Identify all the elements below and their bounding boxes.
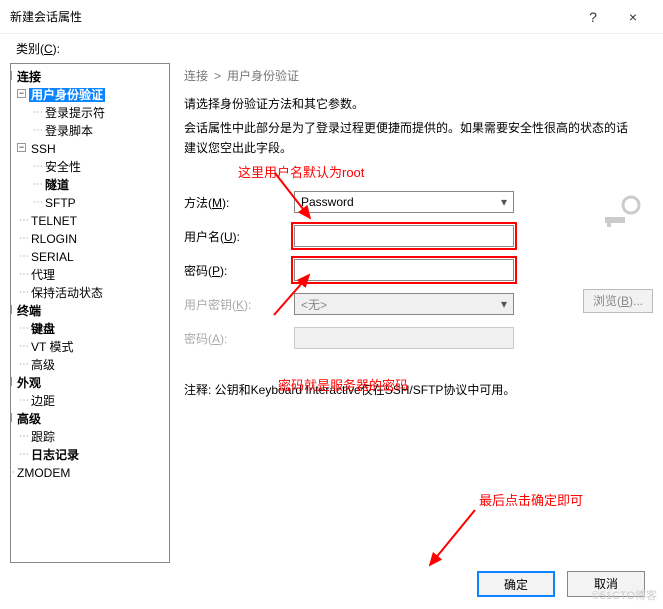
tree-rlogin[interactable]: RLOGIN (29, 232, 79, 246)
ok-button[interactable]: 确定 (477, 571, 555, 597)
method-select[interactable]: Password (294, 191, 514, 213)
collapse-icon[interactable]: − (17, 89, 26, 98)
watermark: ©51CTO博客 (592, 587, 657, 603)
tree-telnet[interactable]: TELNET (29, 214, 79, 228)
collapse-icon[interactable]: − (10, 305, 12, 314)
tree-zmodem[interactable]: ZMODEM (15, 466, 72, 480)
annotation-ok: 最后点击确定即可 (479, 490, 583, 509)
annotation-password: 密码就是服务器的密码 (278, 375, 408, 394)
tree-login-script[interactable]: 登录脚本 (43, 124, 95, 138)
breadcrumb: 连接>用户身份验证 (184, 63, 639, 94)
tree-vtmode[interactable]: VT 模式 (29, 340, 75, 354)
tree-log[interactable]: 日志记录 (29, 448, 81, 462)
tree-connection[interactable]: 连接 (15, 70, 43, 84)
tree-serial[interactable]: SERIAL (29, 250, 76, 264)
collapse-icon[interactable]: − (10, 377, 12, 386)
annotation-username: 这里用户名默认为root (238, 162, 639, 181)
tree-keyboard[interactable]: 键盘 (29, 322, 57, 336)
tree-advanced[interactable]: 高级 (15, 412, 43, 426)
tree-trace[interactable]: 跟踪 (29, 430, 57, 444)
help-icon[interactable]: ? (573, 9, 613, 25)
category-tree[interactable]: −连接 −用户身份验证 ⋯登录提示符 ⋯登录脚本 −SSH ⋯安全性 ⋯隧道 ⋯… (10, 63, 170, 563)
tree-terminal-adv[interactable]: 高级 (29, 358, 57, 372)
username-label: 用户名(U): (184, 228, 294, 245)
tree-ssh[interactable]: SSH (29, 142, 58, 156)
note-text: 注释: 公钥和Keyboard Interactive仅在SSH/SFTP协议中… (184, 381, 639, 398)
tree-user-auth[interactable]: 用户身份验证 (29, 88, 105, 102)
password-input[interactable] (294, 259, 514, 281)
tree-margin[interactable]: 边距 (29, 394, 57, 408)
passphrase-label: 密码(A): (184, 330, 294, 347)
category-label: 类别(C): (0, 34, 663, 63)
tree-terminal[interactable]: 终端 (15, 304, 43, 318)
tree-security[interactable]: 安全性 (43, 160, 83, 174)
key-icon (603, 193, 643, 229)
collapse-icon[interactable]: − (10, 413, 12, 422)
password-label: 密码(P): (184, 262, 294, 279)
userkey-select: <无> (294, 293, 514, 315)
window-title: 新建会话属性 (10, 8, 573, 25)
username-input[interactable] (294, 225, 514, 247)
tree-appearance[interactable]: 外观 (15, 376, 43, 390)
collapse-icon[interactable]: − (10, 71, 12, 80)
tree-login-prompt[interactable]: 登录提示符 (43, 106, 107, 120)
desc-line1: 请选择身份验证方法和其它参数。 (184, 94, 639, 114)
method-label: 方法(M): (184, 194, 294, 211)
close-icon[interactable]: × (613, 9, 653, 25)
passphrase-input (294, 327, 514, 349)
tree-tunnel[interactable]: 隧道 (43, 178, 71, 192)
tree-sftp[interactable]: SFTP (43, 196, 78, 210)
userkey-label: 用户密钥(K): (184, 296, 294, 313)
tree-proxy[interactable]: 代理 (29, 268, 57, 282)
browse-button: 浏览(B)... (583, 289, 653, 313)
tree-keepalive[interactable]: 保持活动状态 (29, 286, 105, 300)
collapse-icon[interactable]: − (17, 143, 26, 152)
desc-line2: 会话属性中此部分是为了登录过程更便捷而提供的。如果需要安全性很高的状态的话建议您… (184, 118, 639, 158)
